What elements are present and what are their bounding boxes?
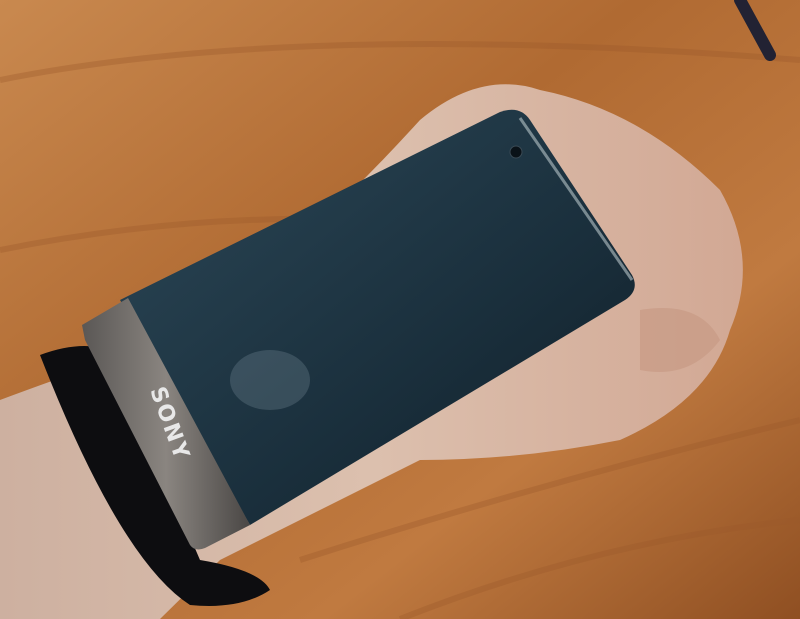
front-camera [509,145,523,159]
screen-reflection [230,350,310,410]
photo-scene: SONY [0,0,800,619]
